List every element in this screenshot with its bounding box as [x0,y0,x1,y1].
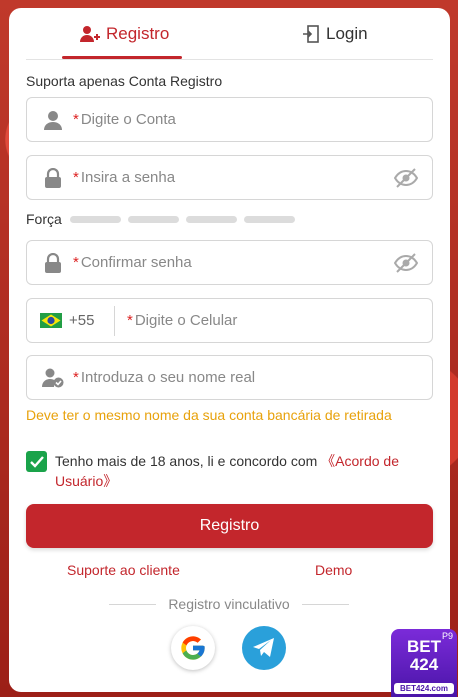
divider-line [301,603,350,605]
social-divider: Registro vinculativo [109,596,350,612]
required-mark: * [73,254,79,271]
lock-icon [33,252,73,273]
brazil-flag-icon [40,313,62,328]
password-input[interactable]: * Insira a senha [26,155,433,200]
verified-user-icon [33,368,73,388]
phone-placeholder: Digite o Celular [134,312,238,329]
agreement-label: Tenho mais de 18 anos, li e concordo com [55,453,322,469]
strength-bar [69,215,121,223]
account-placeholder: Digite o Conta [80,111,176,128]
country-code: +55 [69,312,95,329]
agreement-text: Tenho mais de 18 anos, li e concordo com… [55,451,426,491]
eye-off-icon[interactable] [393,167,419,194]
required-mark: * [127,312,133,329]
strength-label: Força [26,211,62,227]
login-door-icon [303,25,319,43]
required-mark: * [73,369,79,386]
auth-tabs: Registro Login [26,8,433,60]
register-button[interactable]: Registro [26,504,433,548]
add-user-icon [80,26,100,42]
google-icon [181,636,205,660]
bet424-logo[interactable]: P9 BET 424 BET424.com [391,629,457,697]
customer-support-link[interactable]: Suporte ao cliente [67,562,180,578]
agreement-row: Tenho mais de 18 anos, li e concordo com… [26,451,426,491]
brand-domain: BET424.com [394,683,454,694]
strength-bar [185,215,237,223]
country-code-select[interactable]: +55 [27,305,115,336]
required-mark: * [73,169,79,186]
social-divider-text: Registro vinculativo [168,596,290,612]
phone-input[interactable]: +55 * Digite o Celular [26,298,433,343]
strength-bar [127,215,179,223]
active-tab-indicator [62,56,182,59]
tab-register-label: Registro [106,24,170,43]
tab-login-label: Login [326,24,368,43]
password-placeholder: Insira a senha [80,169,176,186]
lock-icon [33,167,73,188]
check-icon [29,455,44,468]
agree-checkbox[interactable] [26,451,47,472]
realname-warning: Deve ter o mesmo nome da sua conta bancá… [26,407,392,423]
confirm-placeholder: Confirmar senha [80,254,192,271]
form-hint: Suporta apenas Conta Registro [26,73,223,89]
demo-link[interactable]: Demo [315,562,352,578]
google-login-button[interactable] [171,626,215,670]
register-modal: Registro Login Suporta apenas Conta Regi… [9,8,450,692]
eye-off-icon[interactable] [393,252,419,279]
realname-input[interactable]: * Introduza o seu nome real [26,355,433,400]
confirm-password-input[interactable]: * Confirmar senha [26,240,433,285]
strength-bar [243,215,295,223]
telegram-icon [253,638,274,657]
brand-line2: 424 [409,655,439,674]
brand-line1: BET [407,637,441,656]
tab-register[interactable]: Registro [80,22,169,46]
required-mark: * [73,111,79,128]
telegram-login-button[interactable] [242,626,286,670]
user-icon [33,110,73,130]
realname-placeholder: Introduza o seu nome real [80,369,256,386]
account-input[interactable]: * Digite o Conta [26,97,433,142]
divider-line [109,603,157,605]
password-strength: Força [26,211,302,227]
tab-login[interactable]: Login [302,22,368,46]
